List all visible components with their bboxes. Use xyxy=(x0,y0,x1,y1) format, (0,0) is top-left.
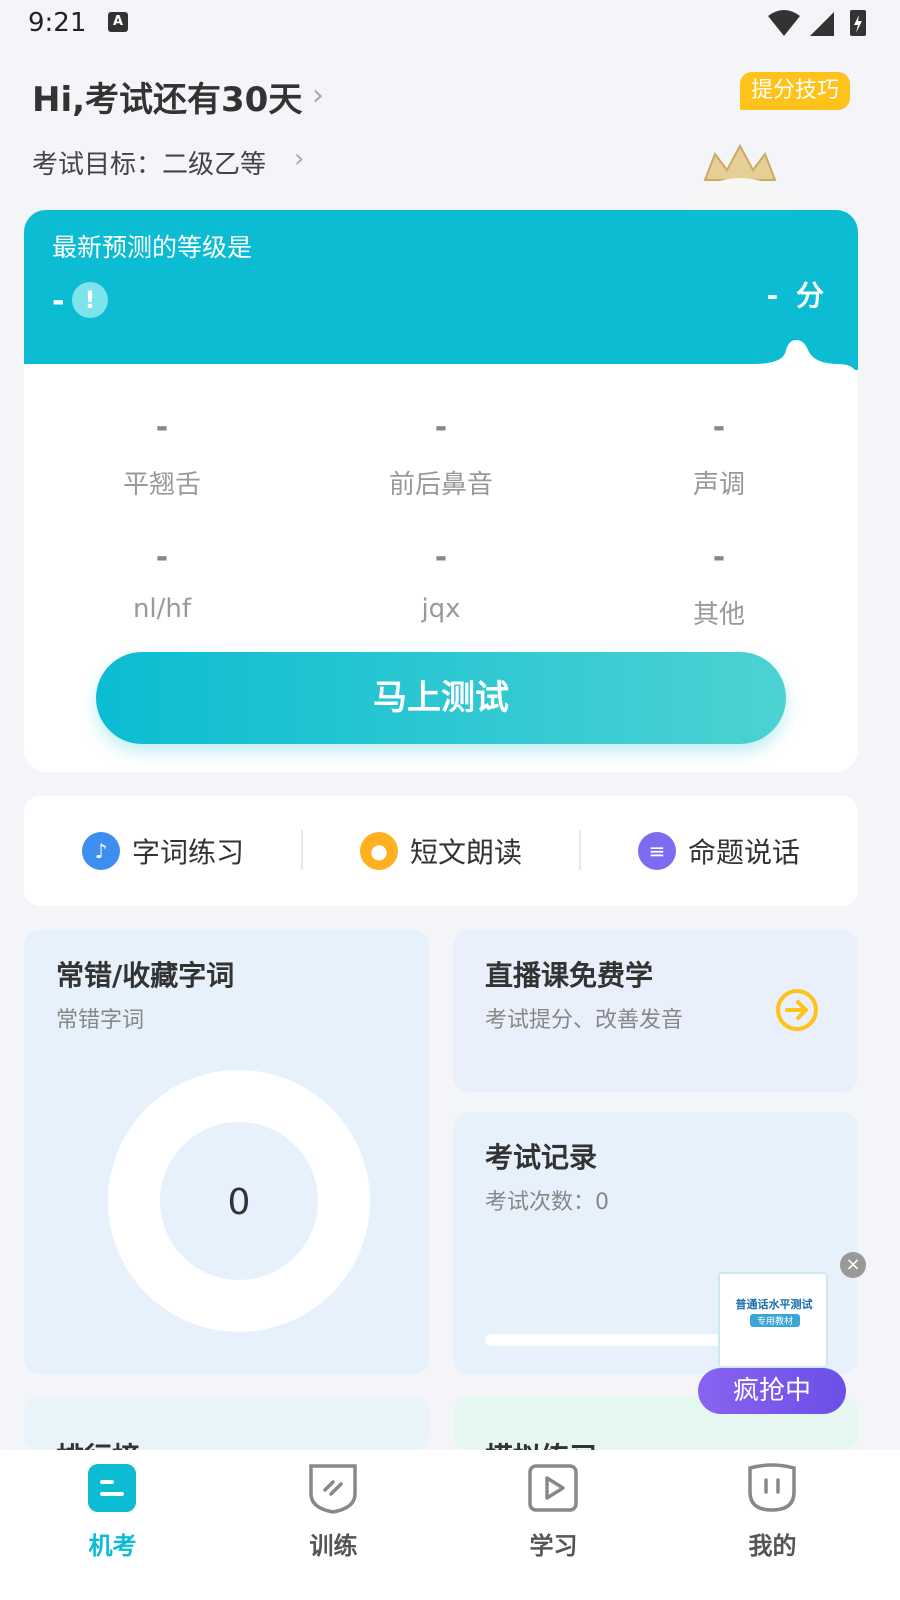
textbook-promo[interactable]: × 普通话水平测试 专用教材 疯抢中 xyxy=(698,1252,868,1418)
tab-label: 训练 xyxy=(309,1532,358,1560)
signal-icon xyxy=(810,12,834,36)
predicted-score: - 分 xyxy=(767,274,824,314)
shortcut-topic-speech[interactable]: ≡ 命题说话 xyxy=(580,796,858,906)
practice-shortcuts: ♪ 字词练习 ● 短文朗读 ≡ 命题说话 xyxy=(24,796,858,906)
score-unit: 分 xyxy=(795,279,824,312)
metric-nasal[interactable]: - 前后鼻音 xyxy=(341,410,541,501)
arrow-right-circle-icon[interactable] xyxy=(775,988,819,1032)
metric-tone[interactable]: - 声调 xyxy=(619,410,819,501)
metric-value: - xyxy=(712,410,726,445)
prediction-card: 最新预测的等级是 - ! - 分 - 平翘舌 - 前后鼻音 - 声调 - nl/… xyxy=(24,210,858,772)
exam-icon xyxy=(88,1464,136,1512)
shortcut-reading[interactable]: ● 短文朗读 xyxy=(302,796,580,906)
chat-icon: ≡ xyxy=(637,832,676,870)
training-icon xyxy=(309,1464,357,1514)
metric-value: - xyxy=(155,540,169,575)
reading-icon: ● xyxy=(359,832,398,870)
metric-label: jqx xyxy=(421,594,461,624)
metric-value: - xyxy=(712,540,726,575)
mistakes-count: 0 xyxy=(227,1182,251,1223)
shortcut-word-practice[interactable]: ♪ 字词练习 xyxy=(24,796,302,906)
tips-badge[interactable]: 提分技巧 xyxy=(740,72,850,110)
metric-retroflex[interactable]: - 平翘舌 xyxy=(62,410,262,501)
promo-button[interactable]: 疯抢中 xyxy=(698,1368,846,1414)
prediction-label: 最新预测的等级是 xyxy=(52,233,253,262)
metric-label: 前后鼻音 xyxy=(388,470,493,500)
exam-countdown[interactable]: Hi,考试还有30天 xyxy=(32,72,302,121)
tab-label: 机考 xyxy=(88,1532,137,1560)
metric-value: - xyxy=(155,410,169,445)
metric-label: 其他 xyxy=(692,600,745,630)
mistakes-tile[interactable]: 常错/收藏字词 常错字词 0 xyxy=(24,930,429,1374)
wifi-icon xyxy=(768,10,800,36)
metric-jqx[interactable]: - jqx xyxy=(341,540,541,624)
predicted-level: - xyxy=(52,284,65,319)
score-value: - xyxy=(766,279,779,312)
chevron-right-icon[interactable]: › xyxy=(312,78,324,113)
tile-title: 直播课免费学 xyxy=(485,959,654,992)
card-divider-wave xyxy=(24,340,858,380)
status-bar: 9:21 A xyxy=(0,0,900,48)
exam-goal[interactable]: 考试目标：二级乙等 xyxy=(32,144,266,181)
tab-label: 学习 xyxy=(529,1532,578,1560)
bottom-tab-bar: 机考 训练 学习 我的 xyxy=(0,1450,900,1600)
info-icon[interactable]: ! xyxy=(72,282,108,318)
metric-label: 声调 xyxy=(692,470,745,500)
live-course-tile[interactable]: 直播课免费学 考试提分、改善发音 xyxy=(453,930,858,1092)
book-subtitle: 专用教材 xyxy=(750,1314,800,1327)
tab-training[interactable]: 训练 xyxy=(221,1450,446,1600)
ranking-tile[interactable]: 排行榜 xyxy=(24,1396,429,1450)
tab-exam[interactable]: 机考 xyxy=(0,1450,225,1600)
tile-subtitle: 考试提分、改善发音 xyxy=(485,1008,684,1033)
metric-other[interactable]: - 其他 xyxy=(619,540,819,631)
tile-subtitle: 考试次数：0 xyxy=(485,1190,609,1215)
metric-label: 平翘舌 xyxy=(122,470,201,500)
tile-title: 考试记录 xyxy=(485,1141,598,1174)
shortcut-label: 短文朗读 xyxy=(409,836,522,869)
shortcut-label: 字词练习 xyxy=(131,836,244,869)
status-icons xyxy=(768,10,866,36)
tab-label: 我的 xyxy=(748,1532,797,1560)
status-time: 9:21 xyxy=(28,8,87,38)
tile-title: 模拟练习 xyxy=(485,1436,597,1450)
metric-value: - xyxy=(434,540,448,575)
close-icon[interactable]: × xyxy=(840,1252,866,1278)
start-test-button[interactable]: 马上测试 xyxy=(96,652,786,744)
profile-icon xyxy=(748,1463,796,1512)
chevron-right-icon[interactable]: › xyxy=(294,144,304,174)
video-play-icon xyxy=(528,1464,578,1512)
book-title: 普通话水平测试 xyxy=(735,1298,813,1311)
tile-subtitle: 常错字词 xyxy=(56,1008,145,1033)
textbook-image[interactable]: 普通话水平测试 专用教材 xyxy=(718,1272,828,1368)
tab-learn[interactable]: 学习 xyxy=(441,1450,666,1600)
metric-label: nl/hf xyxy=(132,594,192,624)
notification-icon: A xyxy=(108,12,128,32)
tile-title: 排行榜 xyxy=(56,1436,140,1450)
tab-profile[interactable]: 我的 xyxy=(660,1450,885,1600)
metric-value: - xyxy=(434,410,448,445)
mic-icon: ♪ xyxy=(81,832,120,870)
tile-title: 常错/收藏字词 xyxy=(56,959,235,992)
shortcut-label: 命题说话 xyxy=(687,836,800,869)
metric-nl-hf[interactable]: - nl/hf xyxy=(62,540,262,624)
header: Hi,考试还有30天 › 考试目标：二级乙等 › 提分技巧 xyxy=(0,48,900,260)
